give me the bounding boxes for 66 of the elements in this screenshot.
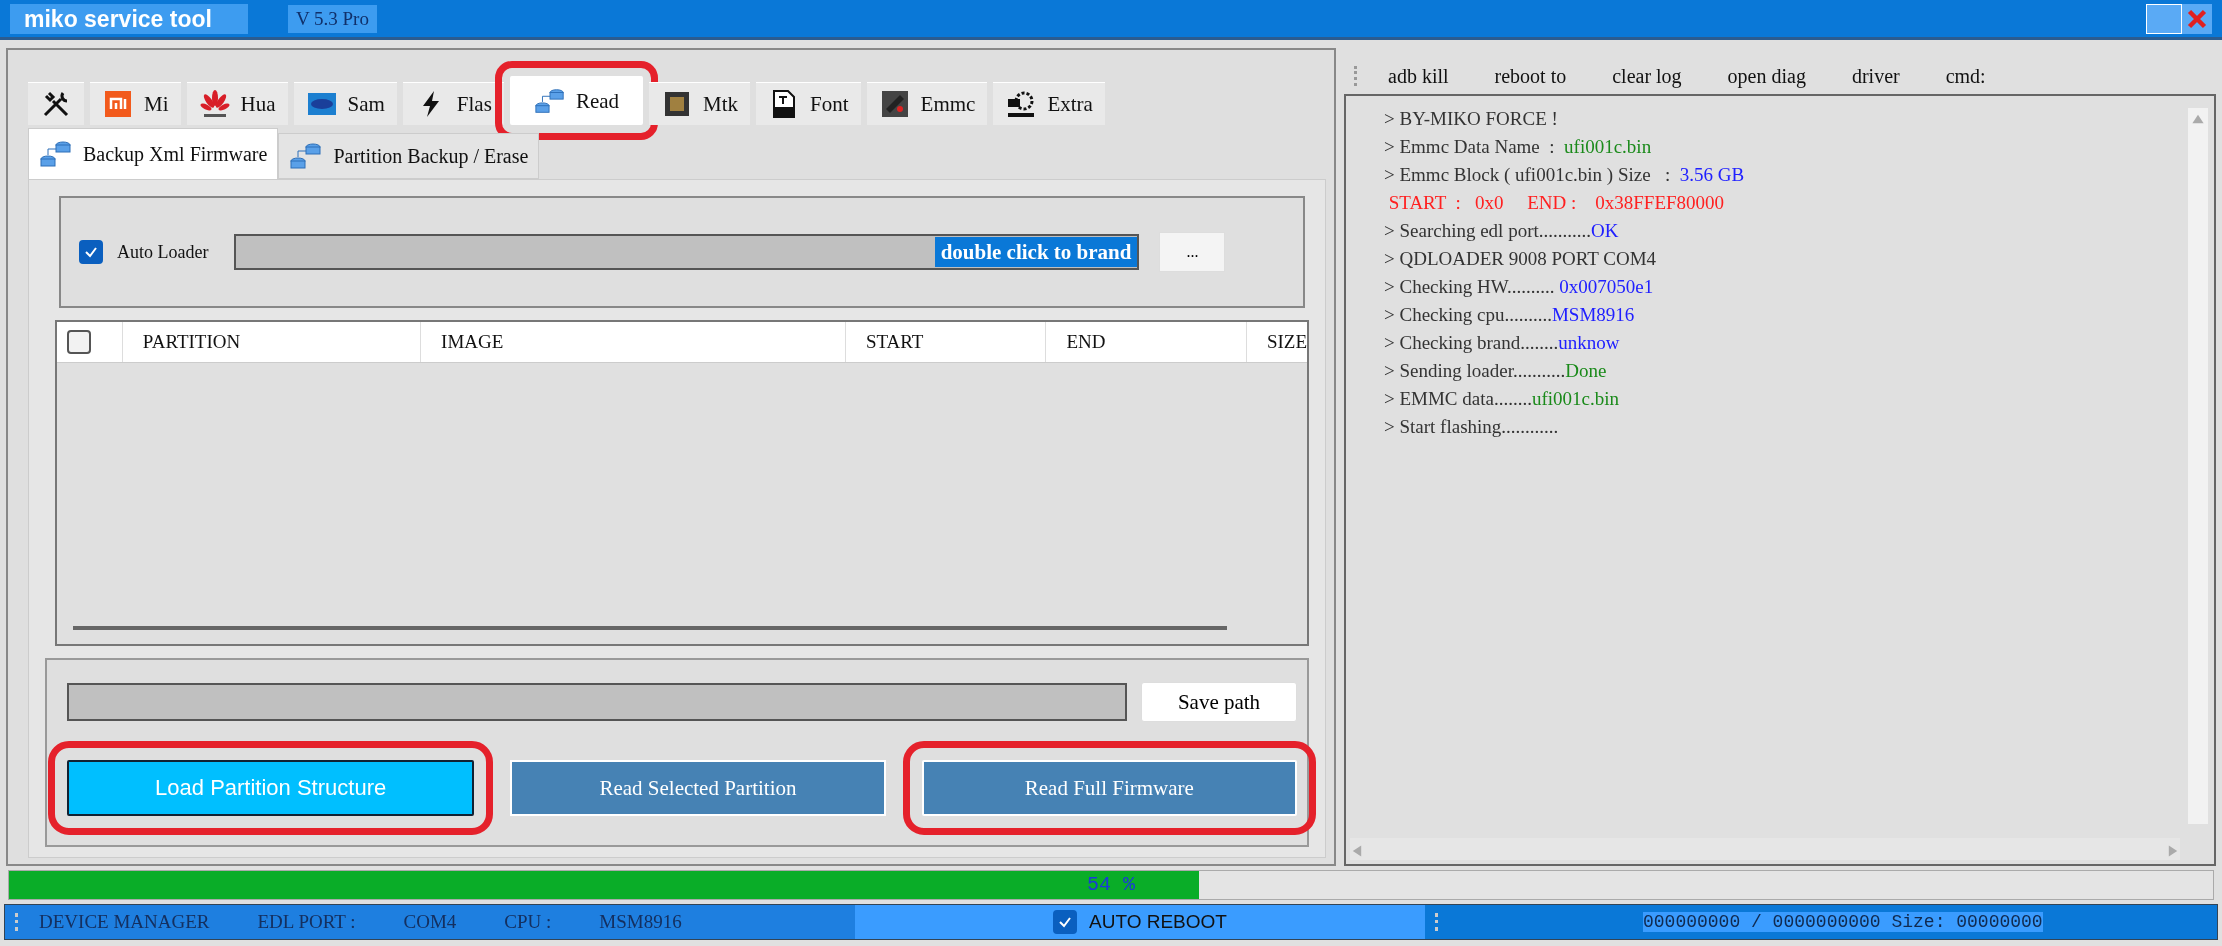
tab[interactable]: Mtk bbox=[649, 82, 751, 125]
status-text: DEVICE MANAGER bbox=[39, 911, 210, 933]
database-icon bbox=[289, 141, 324, 171]
tab[interactable]: Extra bbox=[993, 82, 1105, 125]
status-text: MSM8916 bbox=[599, 911, 682, 933]
column-header[interactable]: SIZE bbox=[1246, 322, 1307, 362]
progress-text: 54 % bbox=[1086, 873, 1136, 896]
toolbar-item[interactable]: adb kill bbox=[1388, 64, 1449, 88]
log-line: > Emmc Block ( ufi001c.bin ) Size : 3.56 GB bbox=[1384, 164, 1746, 187]
maximize-button[interactable] bbox=[2146, 3, 2182, 34]
log-line: > Start flashing............ bbox=[1384, 416, 1560, 439]
column-header[interactable]: PARTITION bbox=[122, 322, 422, 362]
tab[interactable]: Mi bbox=[90, 82, 181, 125]
log-line: > Searching edl port...........OK bbox=[1384, 220, 1620, 243]
log-line: > Checking cpu..........MSM8916 bbox=[1384, 304, 1636, 327]
toolbar-item[interactable]: driver bbox=[1851, 64, 1900, 88]
log-line: > Checking brand........unknow bbox=[1384, 332, 1621, 355]
tab[interactable]: Sam bbox=[293, 82, 397, 125]
toolbar-item[interactable]: clear log bbox=[1612, 64, 1682, 88]
sub-tab[interactable]: Backup Xml Firmware bbox=[28, 128, 279, 179]
log-line: > QDLOADER 9008 PORT COM4 bbox=[1384, 248, 1658, 271]
log-line: START : 0x0 END : 0x38FFEF80000 bbox=[1387, 192, 1726, 215]
grip-handle[interactable] bbox=[15, 913, 21, 931]
column-header[interactable]: START bbox=[845, 322, 1047, 362]
column-header[interactable]: END bbox=[1046, 322, 1247, 362]
action-button[interactable]: Read Selected Partition bbox=[510, 760, 886, 816]
sub-tab[interactable]: Partition Backup / Erase bbox=[278, 133, 540, 179]
path-field[interactable] bbox=[67, 683, 1127, 721]
scrollbar[interactable] bbox=[1350, 838, 2180, 860]
log-line: > BY-MIKO FORCE ! bbox=[1384, 108, 1559, 131]
scrollbar[interactable] bbox=[73, 626, 1227, 630]
window-title: miko service tool bbox=[10, 3, 248, 34]
toolbar-item[interactable]: cmd: bbox=[1945, 64, 1986, 88]
loader-field[interactable]: double click to brand bbox=[234, 234, 1140, 270]
log-line: > EMMC data........ufi001c.bin bbox=[1384, 388, 1620, 411]
tab[interactable] bbox=[28, 82, 84, 125]
column-header[interactable]: IMAGE bbox=[421, 322, 846, 362]
status-text: EDL PORT : bbox=[257, 911, 356, 933]
logo-icon bbox=[102, 89, 134, 119]
version-label: V 5.3 Pro bbox=[287, 4, 377, 33]
select-all-checkbox[interactable] bbox=[67, 330, 91, 354]
tab[interactable]: Font bbox=[756, 82, 861, 125]
auto-reboot-checkbox[interactable] bbox=[1053, 910, 1077, 934]
toolbar-item[interactable]: reboot to bbox=[1494, 64, 1567, 88]
log-line: > Emmc Data Name : ufi001c.bin bbox=[1384, 136, 1653, 159]
close-icon[interactable] bbox=[2182, 3, 2212, 34]
counter-text: 000000000 / 0000000000 Size: 00000000 bbox=[1643, 912, 2043, 932]
status-text: CPU : bbox=[504, 911, 552, 933]
tab[interactable]: Hua bbox=[186, 82, 288, 125]
status-text: COM4 bbox=[403, 911, 457, 933]
save-path-button[interactable]: Save path bbox=[1141, 682, 1297, 722]
tab[interactable]: Emmc bbox=[866, 82, 988, 125]
database-icon bbox=[533, 86, 566, 116]
scrollbar[interactable] bbox=[2188, 108, 2208, 824]
checkbox-label: Auto Loader bbox=[117, 241, 209, 263]
grip-handle[interactable] bbox=[1354, 66, 1360, 86]
checkbox-label: AUTO REBOOT bbox=[1089, 911, 1227, 933]
database-icon bbox=[39, 139, 73, 169]
tab[interactable]: Flas bbox=[402, 82, 504, 125]
browse-button[interactable]: ... bbox=[1159, 232, 1226, 272]
log-line: > Checking HW.......... 0x007050e1 bbox=[1384, 276, 1655, 299]
grip-handle[interactable] bbox=[1435, 913, 1441, 931]
log-line: > Sending loader...........Done bbox=[1384, 360, 1608, 383]
auto-loader-checkbox[interactable] bbox=[79, 240, 103, 264]
flower-icon bbox=[198, 89, 231, 119]
toolbar-item[interactable]: open diag bbox=[1727, 64, 1806, 88]
